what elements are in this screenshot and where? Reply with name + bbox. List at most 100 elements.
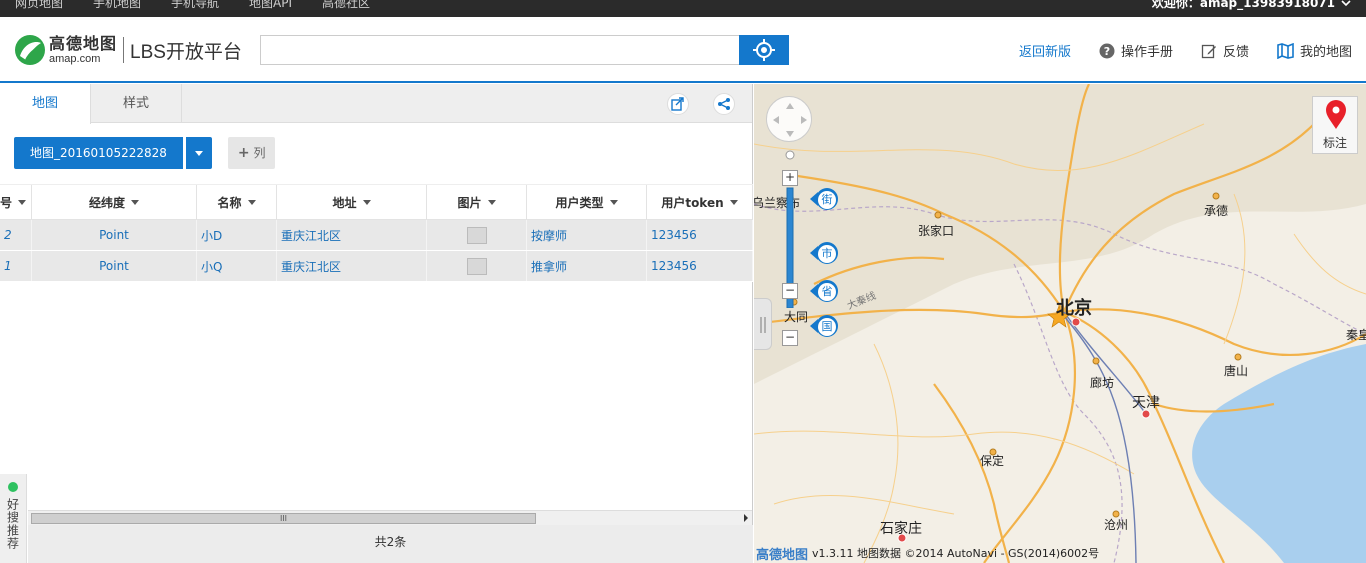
map-book-icon bbox=[1277, 42, 1294, 59]
zoom-level-province[interactable]: 省 bbox=[810, 279, 838, 303]
col-header-image[interactable]: 图片 bbox=[427, 185, 527, 219]
pan-arrows-icon bbox=[773, 103, 807, 137]
zoom-level-city[interactable]: 市 bbox=[810, 241, 838, 265]
manual-label: 操作手册 bbox=[1120, 45, 1173, 60]
data-table: 号 经纬度 名称 地址 图片 用户类型 用户token 2 Point 小D 重… bbox=[0, 184, 753, 282]
cell-user-type[interactable]: 按摩师 bbox=[527, 220, 647, 250]
cell-token[interactable]: 123456 bbox=[647, 251, 753, 281]
header: 高德地图 amap.com LBS开放平台 返回新版 ? 操作手册 反馈 我的地… bbox=[0, 17, 1366, 83]
city-label-tangshan: 唐山 bbox=[1224, 364, 1249, 378]
cell-token[interactable]: 123456 bbox=[647, 220, 753, 250]
col-header-geo[interactable]: 经纬度 bbox=[32, 185, 197, 219]
tab-style[interactable]: 样式 bbox=[91, 84, 182, 123]
status-dot-icon bbox=[8, 482, 18, 492]
locate-button[interactable] bbox=[739, 35, 789, 65]
col-header-id[interactable]: 号 bbox=[0, 185, 32, 219]
back-new-version-link[interactable]: 返回新版 bbox=[1019, 41, 1071, 60]
export-icon bbox=[671, 97, 684, 111]
city-label-langfang: 廊坊 bbox=[1090, 376, 1115, 390]
cell-image[interactable] bbox=[427, 251, 527, 281]
cell-geo[interactable]: Point bbox=[32, 220, 197, 250]
top-link-community[interactable]: 高德社区 bbox=[322, 0, 370, 11]
logo-en: amap.com bbox=[49, 52, 101, 65]
city-label-tianjin: 天津 bbox=[1132, 395, 1160, 411]
cell-image[interactable] bbox=[427, 220, 527, 250]
header-nav: 返回新版 ? 操作手册 反馈 我的地图 bbox=[1019, 41, 1352, 60]
manual-link[interactable]: ? 操作手册 bbox=[1099, 41, 1173, 60]
zoom-level-street[interactable]: 街 bbox=[810, 187, 838, 211]
zoom-in-button[interactable]: + bbox=[782, 170, 798, 186]
col-header-name[interactable]: 名称 bbox=[197, 185, 277, 219]
city-label-datong: 大同 bbox=[784, 310, 809, 324]
pan-control[interactable] bbox=[766, 96, 812, 142]
recommend-sidebar[interactable]: 好搜推荐 bbox=[0, 474, 27, 563]
top-link-mobile-map[interactable]: 手机地图 bbox=[93, 0, 141, 11]
share-icon bbox=[718, 98, 730, 110]
map-dropdown-button[interactable] bbox=[185, 137, 212, 169]
grip-icon bbox=[760, 317, 766, 333]
top-link-web-map[interactable]: 网页地图 bbox=[15, 0, 63, 11]
tab-map[interactable]: 地图 bbox=[0, 84, 91, 124]
map-view[interactable]: 北京 天津 张家口 承德 大同 乌兰察布 廊坊 唐山 保定 石家庄 沧州 秦皇 … bbox=[754, 84, 1366, 563]
amap-logo-icon bbox=[15, 35, 45, 65]
search-input[interactable] bbox=[260, 35, 739, 65]
city-label-zhangjiakou: 张家口 bbox=[918, 224, 955, 238]
panel-collapse-handle[interactable] bbox=[754, 298, 772, 350]
top-link-map-api[interactable]: 地图API bbox=[249, 0, 292, 11]
city-label-cangzhou: 沧州 bbox=[1104, 518, 1129, 532]
my-map-link[interactable]: 我的地图 bbox=[1277, 41, 1352, 60]
zoom-level-country[interactable]: 国 bbox=[810, 314, 838, 338]
plus-icon: + bbox=[237, 145, 250, 161]
cell-id: 2 bbox=[0, 220, 32, 250]
zoom-out-button[interactable]: − bbox=[782, 330, 798, 346]
city-label-qinhuangdao: 秦皇 bbox=[1346, 328, 1366, 342]
map-name-button[interactable]: 地图_20160105222828 bbox=[14, 137, 183, 169]
col-header-token[interactable]: 用户token bbox=[647, 185, 753, 219]
cell-name[interactable]: 小Q bbox=[197, 251, 277, 281]
data-panel: 地图 样式 地图_20160105222828 + 列 号 经纬度 名称 地址 … bbox=[0, 84, 753, 563]
add-column-button[interactable]: + 列 bbox=[227, 137, 276, 169]
caret-down-icon bbox=[362, 199, 371, 205]
scrollbar-thumb[interactable]: III bbox=[31, 513, 536, 524]
add-marker-button[interactable]: 标注 bbox=[1312, 96, 1358, 154]
table-header: 号 经纬度 名称 地址 图片 用户类型 用户token bbox=[0, 184, 753, 220]
help-icon: ? bbox=[1099, 43, 1115, 58]
top-link-mobile-nav[interactable]: 手机导航 bbox=[171, 0, 219, 11]
caret-down-icon bbox=[131, 199, 139, 205]
col-header-address[interactable]: 地址 bbox=[277, 185, 427, 219]
logo-divider bbox=[123, 37, 125, 63]
horizontal-scrollbar[interactable]: III bbox=[28, 510, 752, 525]
caret-down-icon bbox=[194, 150, 203, 156]
zoom-thumb[interactable]: − bbox=[782, 283, 798, 299]
add-column-label: 列 bbox=[253, 146, 266, 160]
map-attribution: 高德地图 v1.3.11 地图数据 ©2014 AutoNavi - GS(20… bbox=[754, 543, 1099, 563]
cell-user-type[interactable]: 推拿师 bbox=[527, 251, 647, 281]
city-label-shijiazhuang: 石家庄 bbox=[880, 521, 922, 537]
table-row[interactable]: 2 Point 小D 重庆江北区 按摩师 123456 bbox=[0, 220, 753, 251]
table-row[interactable]: 1 Point 小Q 重庆江北区 推拿师 123456 bbox=[0, 251, 753, 282]
image-placeholder-icon bbox=[466, 226, 487, 244]
logo[interactable]: 高德地图 amap.com LBS开放平台 bbox=[14, 33, 242, 67]
feedback-link[interactable]: 反馈 bbox=[1201, 41, 1249, 60]
map-pin-icon bbox=[1326, 100, 1346, 129]
share-button[interactable] bbox=[713, 93, 735, 115]
caret-down-icon bbox=[729, 199, 738, 205]
caret-down-icon bbox=[609, 199, 618, 205]
panel-tabs: 地图 样式 bbox=[0, 84, 752, 124]
user-welcome[interactable]: 欢迎你：amap_13983918071 bbox=[1152, 0, 1351, 11]
cell-name[interactable]: 小D bbox=[197, 220, 277, 250]
col-header-user-type[interactable]: 用户类型 bbox=[527, 185, 647, 219]
panel-toolbar: 地图_20160105222828 + 列 bbox=[14, 137, 276, 169]
city-label-chengde: 承德 bbox=[1204, 204, 1229, 218]
cell-address[interactable]: 重庆江北区 bbox=[277, 251, 427, 281]
chevron-down-icon bbox=[1341, 0, 1351, 6]
cell-geo[interactable]: Point bbox=[32, 251, 197, 281]
caret-down-icon bbox=[487, 199, 496, 205]
marker-label: 标注 bbox=[1322, 136, 1347, 150]
export-button[interactable] bbox=[667, 93, 689, 115]
top-links: 网页地图 手机地图 手机导航 地图API 高德社区 bbox=[15, 0, 370, 11]
feedback-label: 反馈 bbox=[1222, 45, 1249, 60]
cell-address[interactable]: 重庆江北区 bbox=[277, 220, 427, 250]
caret-down-icon bbox=[18, 199, 27, 205]
scroll-right-icon[interactable] bbox=[743, 514, 749, 522]
